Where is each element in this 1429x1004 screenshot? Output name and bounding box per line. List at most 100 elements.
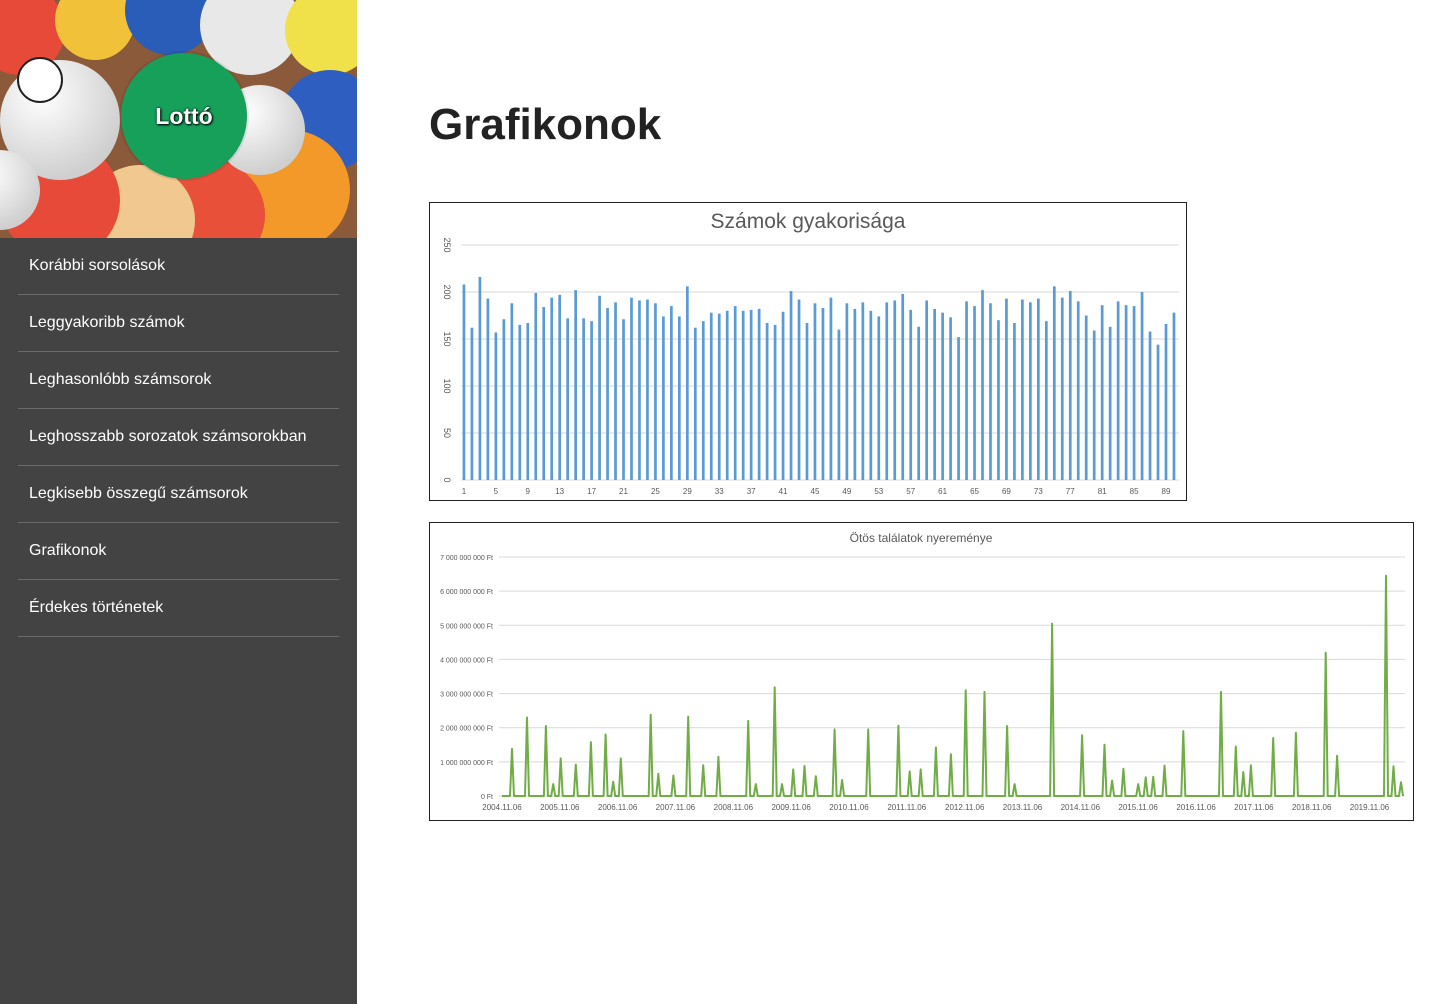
jackpot-chart-svg: Ötös találatok nyereménye 0 Ft 1 000 000 0… xyxy=(440,531,1405,812)
bar xyxy=(1164,323,1168,480)
x-tick-label: 81 xyxy=(1098,487,1107,496)
bar xyxy=(845,303,849,480)
bar xyxy=(494,332,498,480)
bar xyxy=(909,309,913,480)
sidebar-item-label[interactable]: Leghosszabb sorozatok számsorokban xyxy=(29,428,307,446)
bar xyxy=(1148,331,1152,480)
bar xyxy=(725,310,729,480)
bar xyxy=(757,308,761,480)
sidebar-item-label[interactable]: Grafikonok xyxy=(29,542,106,560)
bar xyxy=(677,316,681,480)
x-tick-label: 89 xyxy=(1162,487,1171,496)
sidebar-item-label[interactable]: Korábbi sorsolások xyxy=(29,257,165,275)
bar xyxy=(965,301,968,480)
bar xyxy=(741,310,745,480)
bar xyxy=(1036,298,1040,480)
x-tick-label: 41 xyxy=(779,487,788,496)
bar xyxy=(1108,326,1112,480)
x-tick-label: 2007.11.06 xyxy=(656,803,696,812)
bar xyxy=(877,316,881,480)
bar xyxy=(933,308,936,480)
bar xyxy=(917,326,921,480)
bar xyxy=(861,302,865,480)
bar xyxy=(598,295,601,480)
bar xyxy=(941,312,944,480)
sidebar-item-label[interactable]: Érdekes történetek xyxy=(29,599,163,617)
bar xyxy=(981,290,984,480)
bar xyxy=(1172,312,1176,480)
bar xyxy=(789,291,793,480)
bar xyxy=(1156,344,1160,480)
bar xyxy=(685,286,689,480)
bar xyxy=(901,293,905,480)
sidebar: Lottó Korábbi sorsolások Leggyakoribb sz… xyxy=(0,0,357,1004)
x-tick-label: 37 xyxy=(747,487,756,496)
y-tick-label: 150 xyxy=(442,331,452,346)
sidebar-item-grafikonok[interactable]: Grafikonok xyxy=(18,523,339,580)
y-tick-label: 0 Ft xyxy=(481,794,493,801)
x-tick-label: 65 xyxy=(970,487,979,496)
y-tick-label: 6 000 000 000 Ft xyxy=(440,589,493,596)
x-tick-label: 49 xyxy=(842,487,851,496)
x-tick-label: 69 xyxy=(1002,487,1011,496)
bar xyxy=(470,327,474,480)
frequency-chart-svg: Számok gyakorisága 0 50 100 150 200 250 1 5 9 13 17… xyxy=(442,210,1179,496)
bar xyxy=(1124,305,1128,480)
bar xyxy=(837,329,841,480)
sidebar-item-legkisebb-osszegu[interactable]: Legkisebb összegű számsorok xyxy=(18,466,339,523)
logo-badge[interactable]: Lottó xyxy=(121,53,247,179)
y-tick-label: 1 000 000 000 Ft xyxy=(440,760,493,767)
x-tick-label: 2006.11.06 xyxy=(598,803,638,812)
x-tick-label: 2004.11.06 xyxy=(482,803,522,812)
bar xyxy=(1092,330,1096,480)
bar xyxy=(717,313,721,480)
bar xyxy=(502,319,506,480)
x-tick-label: 57 xyxy=(906,487,915,496)
sidebar-item-label[interactable]: Leggyakoribb számok xyxy=(29,314,185,332)
bar xyxy=(893,300,897,480)
bar xyxy=(550,297,554,480)
x-tick-label: 2009.11.06 xyxy=(771,803,811,812)
bar xyxy=(526,323,530,480)
bar xyxy=(1044,321,1048,480)
bar xyxy=(582,318,585,480)
bar xyxy=(518,324,522,480)
sidebar-item-leggyakoribb-szamok[interactable]: Leggyakoribb számok xyxy=(18,295,339,352)
x-tick-label: 13 xyxy=(555,487,564,496)
bar xyxy=(1052,286,1056,480)
x-tick-label: 2011.11.06 xyxy=(887,803,926,812)
sidebar-item-leghasonlobb-szamsorok[interactable]: Leghasonlóbb számsorok xyxy=(18,352,339,409)
bar xyxy=(957,337,960,480)
bar xyxy=(1076,301,1080,480)
sidebar-item-label[interactable]: Legkisebb összegű számsorok xyxy=(29,485,248,503)
sidebar-item-leghosszabb-sorozatok[interactable]: Leghosszabb sorozatok számsorokban xyxy=(18,409,339,466)
bar xyxy=(709,312,713,480)
bar xyxy=(765,323,769,480)
bar xyxy=(773,324,777,480)
x-tick-label: 2008.11.06 xyxy=(714,803,754,812)
bar xyxy=(622,319,625,480)
y-tick-label: 7 000 000 000 Ft xyxy=(440,555,493,562)
bar xyxy=(670,306,673,480)
x-tick-label: 33 xyxy=(715,487,724,496)
x-tick-label: 1 xyxy=(462,487,467,496)
bar xyxy=(1132,306,1136,480)
lottery-balls-header-image: Lottó xyxy=(0,0,357,238)
sidebar-item-label[interactable]: Leghasonlóbb számsorok xyxy=(29,371,211,389)
bar xyxy=(1140,292,1144,480)
sidebar-nav: Korábbi sorsolások Leggyakoribb számok L… xyxy=(18,238,339,637)
bar xyxy=(693,327,697,480)
jackpot-chart: Ötös találatok nyereménye 0 Ft 1 000 000 0… xyxy=(429,522,1414,821)
series-line xyxy=(502,574,1404,797)
bar xyxy=(781,311,785,480)
bar xyxy=(1029,302,1032,480)
bar xyxy=(829,297,833,480)
x-tick-label: 9 xyxy=(526,487,531,496)
bar xyxy=(662,316,665,480)
bar xyxy=(813,303,817,480)
x-tick-label: 85 xyxy=(1130,487,1139,496)
sidebar-item-erdekes-tortenetek[interactable]: Érdekes történetek xyxy=(18,580,339,637)
y-tick-label: 250 xyxy=(442,237,452,252)
x-tick-label: 17 xyxy=(587,487,596,496)
sidebar-item-korabbi-sorsolasok[interactable]: Korábbi sorsolások xyxy=(18,238,339,295)
